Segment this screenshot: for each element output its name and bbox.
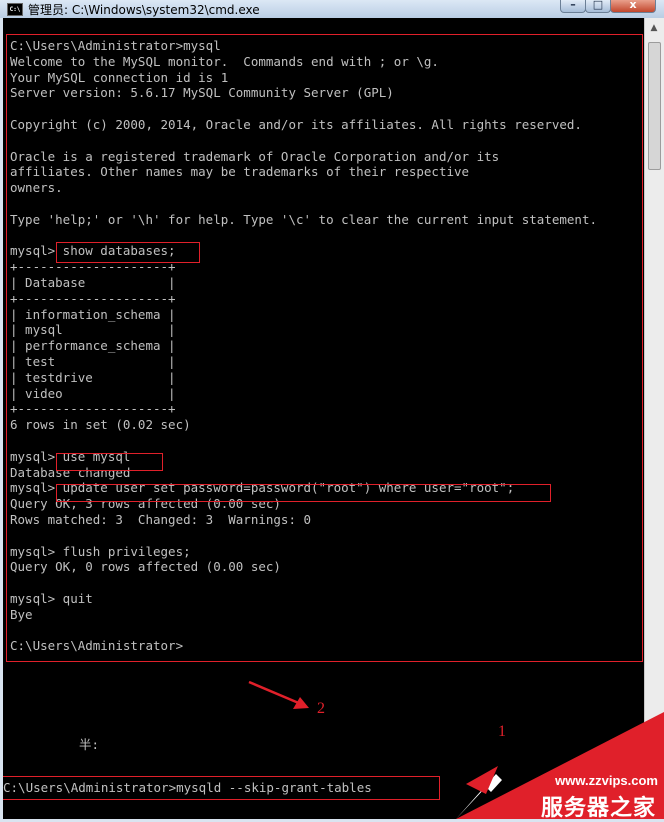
use-mysql-highlight xyxy=(56,453,163,471)
cmd-app-icon: C:\ xyxy=(7,3,23,16)
annotation-arrow-2 xyxy=(248,680,309,709)
window-titlebar: C:\ 管理员: C:\Windows\system32\cmd.exe – □… xyxy=(0,0,664,18)
bottom-command-line: C:\Users\Administrator>mysqld --skip-gra… xyxy=(3,780,372,795)
show-databases-highlight xyxy=(56,242,200,263)
ime-status: 半: xyxy=(79,737,100,752)
minimize-button[interactable]: – xyxy=(560,0,586,13)
window-title: 管理员: C:\Windows\system32\cmd.exe xyxy=(28,3,260,17)
maximize-button[interactable]: □ xyxy=(585,0,611,13)
watermark-url: www.zzvips.com xyxy=(555,773,658,788)
annotation-label-2: 2 xyxy=(317,700,325,717)
watermark-name: 服务器之家 xyxy=(540,796,656,821)
mysql-output-highlight xyxy=(6,34,643,662)
scrollbar-thumb[interactable] xyxy=(648,42,661,170)
vertical-scrollbar[interactable]: ▲ xyxy=(644,18,664,819)
watermark-logo: www.zzvips.com 服务器之家 xyxy=(456,712,664,821)
console-output[interactable]: C:\Users\Administrator>mysql Welcome to t… xyxy=(3,18,644,819)
close-button[interactable]: x xyxy=(610,0,656,13)
scroll-up-icon[interactable]: ▲ xyxy=(648,22,660,34)
update-password-highlight xyxy=(56,484,551,502)
